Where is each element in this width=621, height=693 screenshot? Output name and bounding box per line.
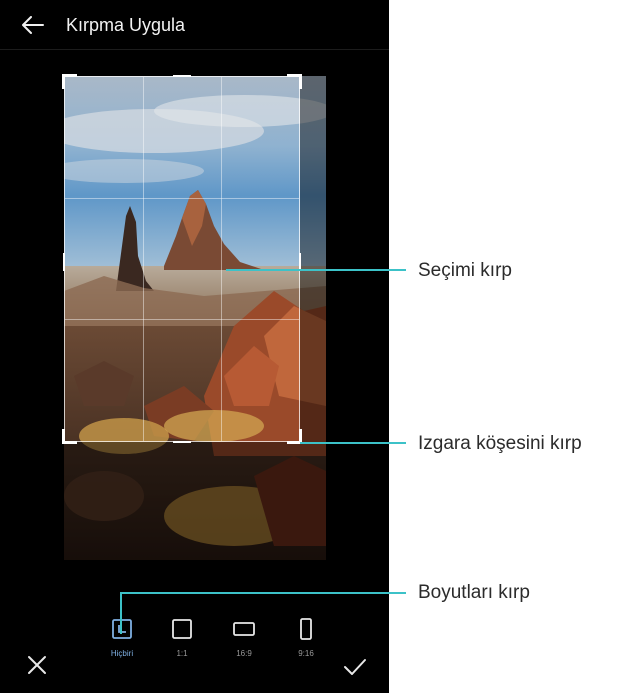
arrow-left-icon: [22, 16, 44, 34]
aspect-option-9-16[interactable]: 9:16: [284, 612, 328, 672]
crop-selection-frame[interactable]: [62, 74, 302, 444]
aspect-option-1-1[interactable]: 1:1: [160, 612, 204, 672]
back-button[interactable]: [20, 12, 46, 38]
aspect-option-label: Hiçbiri: [110, 649, 134, 658]
square-icon: [172, 619, 192, 639]
landscape-rect-icon: [233, 622, 255, 636]
callout-crop-selection: Seçimi kırp: [418, 260, 512, 281]
close-icon: [28, 656, 46, 674]
aspect-option-label: 16:9: [236, 649, 252, 658]
grid-line: [221, 77, 222, 441]
callout-line-selection: [226, 269, 406, 271]
aspect-option-label: 9:16: [298, 649, 314, 658]
portrait-rect-icon: [300, 618, 312, 640]
callout-crop-dimensions: Boyutları kırp: [418, 582, 530, 603]
aspect-option-label: 1:1: [176, 649, 188, 658]
phone-screen: Kırpma Uygula Hiçbiri 1:1 16:9 9:16: [0, 0, 389, 693]
page-title: Kırpma Uygula: [66, 15, 186, 35]
crop-handle-top[interactable]: [173, 75, 191, 77]
check-icon: [344, 659, 366, 675]
crop-handle-top-left[interactable]: [62, 74, 77, 89]
crop-toolbar: Hiçbiri 1:1 16:9 9:16: [0, 612, 389, 693]
callout-crop-grid-corner: Izgara köşesini kırp: [418, 433, 582, 454]
callout-line-grid-corner: [300, 442, 406, 444]
crop-handle-bottom[interactable]: [173, 441, 191, 443]
callout-line-dimensions: [120, 592, 406, 594]
aspect-option-16-9[interactable]: 16:9: [222, 612, 266, 672]
confirm-button[interactable]: [342, 656, 368, 678]
crop-handle-bottom-left[interactable]: [62, 429, 77, 444]
crop-handle-top-right[interactable]: [287, 74, 302, 89]
grid-line: [143, 77, 144, 441]
callout-line-dimensions-vertical: [120, 592, 122, 634]
grid-line: [65, 319, 299, 320]
freeform-crop-icon: [112, 619, 132, 639]
grid-line: [65, 198, 299, 199]
cancel-button[interactable]: [26, 654, 48, 676]
app-bar: Kırpma Uygula: [0, 0, 389, 50]
aspect-option-freeform[interactable]: Hiçbiri: [100, 612, 144, 672]
crop-handle-left[interactable]: [63, 253, 65, 271]
